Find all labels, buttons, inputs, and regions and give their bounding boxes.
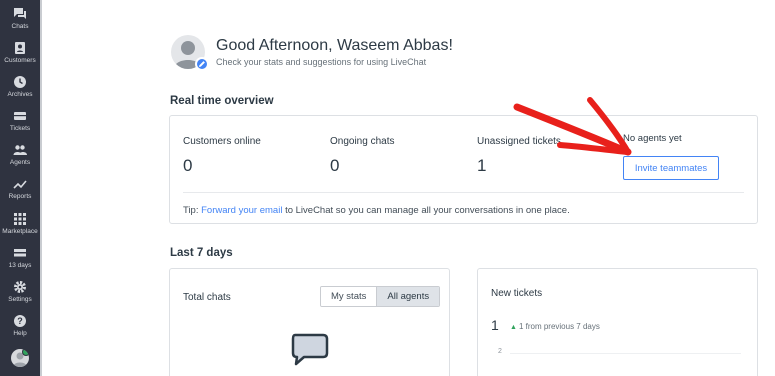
ongoing-chats-value: 0 [330, 156, 340, 175]
tickets-trend: ▲ 1 from previous 7 days [510, 322, 600, 331]
unassigned-tickets-value: 1 [477, 156, 487, 175]
greeting-subtitle: Check your stats and suggestions for usi… [216, 57, 427, 67]
main-content: Good Afternoon, Waseem Abbas! Check your… [42, 0, 775, 376]
sidebar-item-label: Settings [8, 296, 32, 303]
tip-suffix: to LiveChat so you can manage all your c… [282, 205, 570, 216]
total-chats-heading: Total chats [183, 292, 231, 303]
sidebar: Chats Customers Archives Tickets Agents … [0, 0, 42, 376]
reports-icon [13, 180, 27, 189]
new-tickets-heading: New tickets [491, 288, 543, 299]
trend-up-icon: ▲ [510, 324, 517, 331]
sidebar-item-label: Customers [4, 57, 36, 64]
pencil-icon [199, 61, 205, 67]
new-tickets-card: New tickets 1 ▲ 1 from previous 7 days 2 [477, 268, 758, 376]
stats-scope-toggle: My stats All agents [320, 286, 441, 307]
sidebar-item-chats[interactable]: Chats [0, 2, 40, 34]
svg-text:?: ? [17, 316, 23, 326]
user-avatar[interactable] [11, 349, 29, 367]
sidebar-item-customers[interactable]: Customers [0, 36, 40, 68]
divider [183, 192, 744, 193]
sidebar-item-label: Chats [11, 23, 29, 30]
new-tickets-value: 1 [491, 317, 499, 333]
trend-text: 1 from previous 7 days [518, 322, 600, 331]
tickets-icon [14, 112, 26, 120]
chat-icon [14, 8, 26, 19]
ongoing-chats-label: Ongoing chats [330, 136, 395, 147]
invite-teammates-button[interactable]: Invite teammates [623, 156, 719, 180]
greeting-title: Good Afternoon, Waseem Abbas! [216, 37, 453, 54]
sidebar-item-label: Tickets [9, 125, 31, 132]
sidebar-item-label: Help [13, 330, 27, 337]
no-agents-text: No agents yet [623, 133, 682, 144]
sidebar-item-label: Marketplace [2, 228, 38, 235]
tip-prefix: Tip: [183, 205, 202, 216]
sidebar-item-tickets[interactable]: Tickets [0, 104, 40, 136]
my-stats-tab[interactable]: My stats [321, 287, 377, 306]
chat-bubble-icon [291, 333, 329, 366]
sidebar-item-label: 13 days [8, 262, 32, 269]
sidebar-item-label: Archives [7, 91, 33, 98]
sidebar-item-trial[interactable]: 13 days [0, 241, 40, 273]
last7-title: Last 7 days [170, 247, 233, 259]
all-agents-tab[interactable]: All agents [376, 287, 440, 306]
customers-online-value: 0 [183, 156, 193, 175]
sidebar-item-archives[interactable]: Archives [0, 70, 40, 102]
archives-icon [14, 76, 26, 88]
settings-icon [14, 281, 26, 293]
overview-title: Real time overview [170, 95, 274, 107]
tip-text: Tip: Forward your email to LiveChat so y… [183, 205, 570, 216]
sidebar-item-label: Reports [8, 193, 32, 200]
sidebar-item-settings[interactable]: Settings [0, 275, 40, 307]
forward-email-link[interactable]: Forward your email [201, 205, 282, 216]
help-icon: ? [14, 315, 26, 327]
sidebar-item-reports[interactable]: Reports [0, 172, 40, 204]
chart-axis-tick: 2 [498, 348, 502, 355]
sidebar-item-agents[interactable]: Agents [0, 138, 40, 170]
marketplace-icon [14, 213, 26, 225]
sidebar-item-label: Agents [9, 159, 31, 166]
total-chats-card: Total chats My stats All agents [169, 268, 450, 376]
chart-grid-line [510, 353, 741, 354]
customers-online-label: Customers online [183, 136, 261, 147]
sidebar-item-help[interactable]: ? Help [0, 309, 40, 341]
agents-icon [13, 145, 27, 155]
unassigned-tickets-label: Unassigned tickets [477, 136, 561, 147]
sidebar-item-marketplace[interactable]: Marketplace [0, 207, 40, 239]
trial-icon [14, 249, 26, 257]
overview-card: Customers online 0 Ongoing chats 0 Unass… [169, 115, 758, 224]
edit-avatar-badge[interactable] [195, 57, 209, 71]
customers-icon [15, 42, 25, 54]
online-status-dot [22, 349, 29, 356]
